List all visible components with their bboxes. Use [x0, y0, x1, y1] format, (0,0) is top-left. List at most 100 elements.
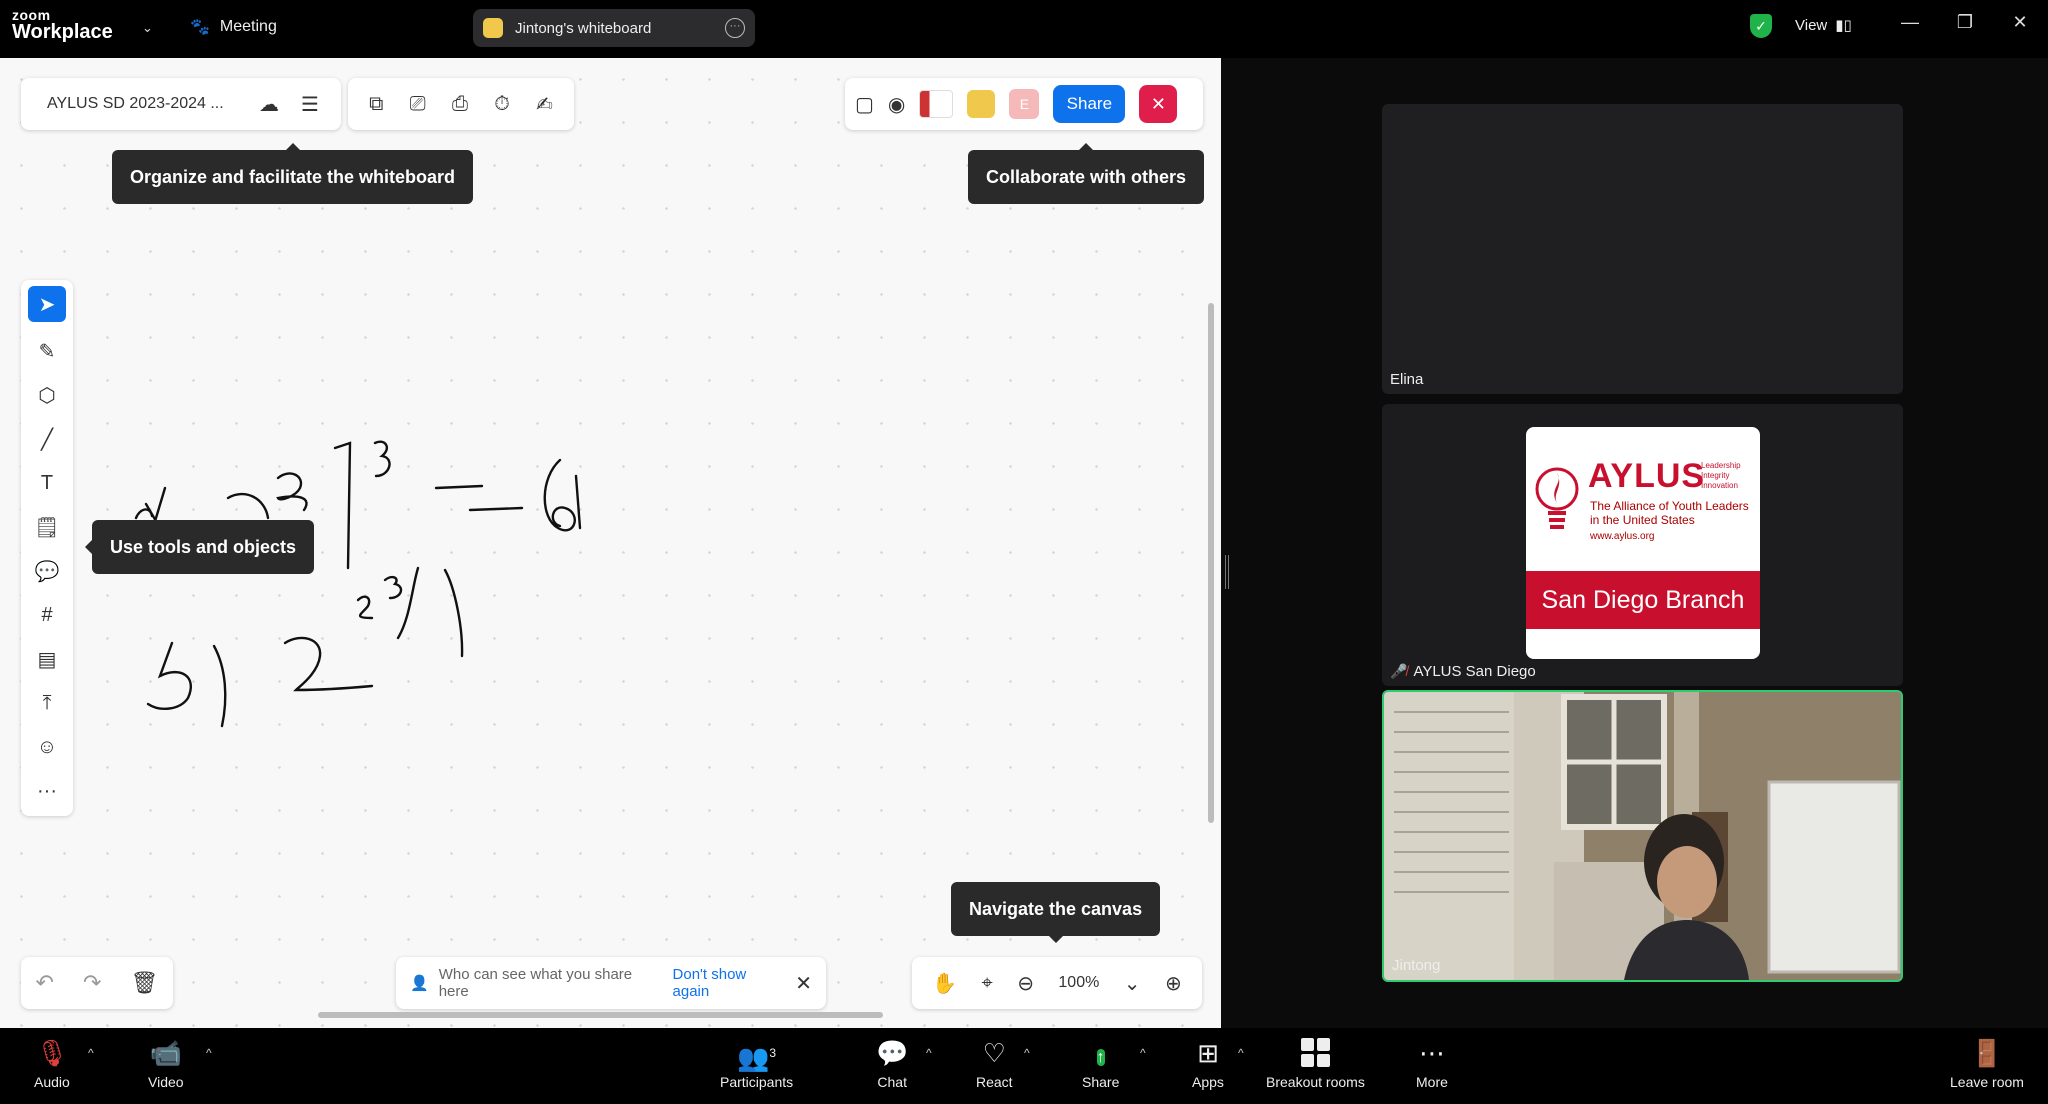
whiteboard-canvas[interactable]: AYLUS SD 2023-2024 ... ☁ ☰ ⧉ ⎚ ⎙ ⏱ ✍ ▢ ◉…	[0, 58, 1221, 1028]
share-button[interactable]: Share	[1053, 85, 1126, 123]
zoom-out-icon[interactable]: ⊖	[1017, 971, 1034, 996]
horizontal-scrollbar[interactable]	[318, 1012, 883, 1018]
tagline-1: Leadership	[1701, 461, 1741, 470]
follow-icon[interactable]: ◉	[888, 92, 905, 117]
more-icon: ⋯	[1418, 1038, 1445, 1068]
apps-icon: ⊞	[1197, 1038, 1219, 1068]
mic-muted-icon: 🎙	[35, 1038, 69, 1068]
export-icon[interactable]: ⎙	[452, 93, 468, 116]
zoom-in-icon[interactable]: ⊕	[1165, 971, 1182, 996]
logo-small-text: zoom	[12, 7, 51, 23]
apps-options-caret[interactable]: ^	[1238, 1046, 1244, 1060]
elina-avatar[interactable]: E	[1009, 89, 1040, 119]
video-tile-elina[interactable]: Elina	[1382, 104, 1903, 394]
chat-button[interactable]: 💬 Chat	[876, 1038, 908, 1090]
visibility-text: Who can see what you share here	[438, 966, 633, 1000]
pen-tool-icon[interactable]: ✎	[28, 336, 66, 366]
share-label: Share	[1082, 1074, 1120, 1090]
react-button[interactable]: ♡ React	[976, 1038, 1013, 1090]
share-screen-button[interactable]: ↑ Share	[1082, 1038, 1119, 1090]
tagline-3: Innovation	[1701, 481, 1738, 490]
participants-button[interactable]: 👥3 Participants	[720, 1038, 793, 1090]
comment-icon[interactable]: ▢	[855, 92, 874, 117]
text-tool-icon[interactable]: T	[28, 468, 66, 498]
meeting-tab[interactable]: 🐾 Meeting	[190, 17, 277, 37]
apps-button[interactable]: ⊞ Apps	[1192, 1038, 1224, 1090]
zoom-logo[interactable]: zoom Workplace	[12, 8, 113, 42]
board-title[interactable]: AYLUS SD 2023-2024 ...	[47, 95, 224, 113]
aylus-logo: AYLUS Leadership Integrity Innovation Th…	[1526, 427, 1760, 659]
jintong-avatar-icon[interactable]	[967, 90, 996, 118]
shapes-tool-icon[interactable]: ⬡	[28, 380, 66, 410]
zoom-dropdown-icon[interactable]: ⌄	[1124, 971, 1141, 996]
more-button[interactable]: ⋯ More	[1416, 1038, 1448, 1090]
close-board-button[interactable]: ✕	[1139, 85, 1178, 123]
react-options-caret[interactable]: ^	[1024, 1046, 1030, 1060]
security-shield-icon[interactable]: ✓	[1750, 14, 1772, 38]
video-tile-aylus[interactable]: AYLUS Leadership Integrity Innovation Th…	[1382, 404, 1903, 686]
share-screen-icon: ↑	[1096, 1049, 1105, 1066]
meeting-controls: 🎙 Audio ^ 📹 Video ^ 👥3 Participants 💬 Ch…	[0, 1028, 2048, 1104]
minimize-icon[interactable]: —	[1895, 12, 1925, 33]
cloud-save-icon[interactable]: ☁	[259, 92, 279, 117]
whiteboard-tab[interactable]: Jintong's whiteboard ···	[473, 9, 755, 47]
hand-tool-icon[interactable]: ✋	[932, 971, 957, 996]
leave-icon: 🚪	[1970, 1038, 2004, 1068]
redo-icon[interactable]: ↷	[83, 970, 101, 996]
close-window-icon[interactable]: ✕	[2005, 12, 2035, 33]
more-tools-icon[interactable]: ···	[28, 776, 66, 806]
comment-tool-icon[interactable]: 💬	[28, 556, 66, 586]
video-tile-jintong[interactable]: Jintong	[1382, 690, 1903, 982]
logo-big-text: Workplace	[12, 21, 113, 43]
audio-options-caret[interactable]: ^	[88, 1046, 94, 1060]
chat-icon: 💬	[876, 1038, 909, 1068]
leave-room-button[interactable]: 🚪 Leave room	[1950, 1038, 2024, 1090]
upload-icon[interactable]: ⤒	[28, 688, 66, 718]
view-button[interactable]: View ▮▯	[1795, 16, 1852, 35]
undo-icon[interactable]: ↶	[36, 970, 54, 996]
close-notice-icon[interactable]: ✕	[795, 971, 812, 996]
dont-show-again-link[interactable]: Don't show again	[673, 966, 786, 1000]
emoji-icon[interactable]: ☺	[28, 732, 66, 762]
restore-icon[interactable]: ❐	[1950, 12, 1980, 33]
minimap-icon[interactable]: ⌖	[982, 972, 993, 995]
timer-icon[interactable]: ⏱	[494, 93, 510, 116]
present-icon[interactable]: ⎚	[410, 93, 426, 116]
undo-redo-panel: ↶ ↷ 🗑	[21, 957, 173, 1009]
board-title-panel: AYLUS SD 2023-2024 ... ☁ ☰	[21, 78, 341, 130]
menu-icon[interactable]: ☰	[301, 92, 319, 117]
more-options-icon[interactable]: ···	[725, 18, 745, 38]
frame-tool-icon[interactable]: #	[28, 600, 66, 630]
facilitation-toolbar: ⧉ ⎚ ⎙ ⏱ ✍	[348, 78, 574, 130]
breakout-rooms-button[interactable]: Breakout rooms	[1266, 1038, 1365, 1090]
chat-options-caret[interactable]: ^	[926, 1046, 932, 1060]
zoom-level[interactable]: 100%	[1058, 974, 1099, 992]
leave-label: Leave room	[1950, 1074, 2024, 1090]
muted-mic-icon: 🎤̸	[1390, 663, 1408, 679]
panel-resize-handle[interactable]	[1225, 555, 1229, 589]
share-options-caret[interactable]: ^	[1140, 1046, 1146, 1060]
video-label: Video	[148, 1074, 184, 1090]
select-tool-icon[interactable]: ➤	[28, 286, 66, 322]
sticky-note-icon[interactable]: 🗒	[28, 512, 66, 542]
vertical-scrollbar[interactable]	[1208, 303, 1214, 823]
video-options-caret[interactable]: ^	[206, 1046, 212, 1060]
collaboration-toolbar: ▢ ◉ E Share ✕	[845, 78, 1203, 130]
more-label: More	[1416, 1074, 1448, 1090]
whiteboard-avatar-icon	[483, 18, 503, 38]
aylus-brand: AYLUS	[1588, 457, 1706, 495]
line-tool-icon[interactable]: ╱	[28, 424, 66, 454]
template-tool-icon[interactable]: ▤	[28, 644, 66, 674]
video-button[interactable]: 📹 Video	[148, 1038, 184, 1090]
trash-icon[interactable]: 🗑	[131, 970, 159, 996]
audio-button[interactable]: 🎙 Audio	[34, 1038, 70, 1090]
visibility-notice: 👤 Who can see what you share here Don't …	[396, 957, 826, 1009]
signature-icon[interactable]: ✍	[536, 92, 553, 117]
tools-sidebar: ➤ ✎ ⬡ ╱ T 🗒 💬 # ▤ ⤒ ☺ ···	[21, 280, 73, 816]
aylus-website: www.aylus.org	[1590, 531, 1655, 542]
tagline-2: Integrity	[1701, 471, 1730, 480]
aylus-avatar-icon[interactable]	[919, 90, 954, 118]
pages-icon[interactable]: ⧉	[369, 93, 383, 116]
view-layout-icon: ▮▯	[1835, 17, 1852, 34]
chevron-down-icon[interactable]: ⌄	[142, 20, 153, 36]
